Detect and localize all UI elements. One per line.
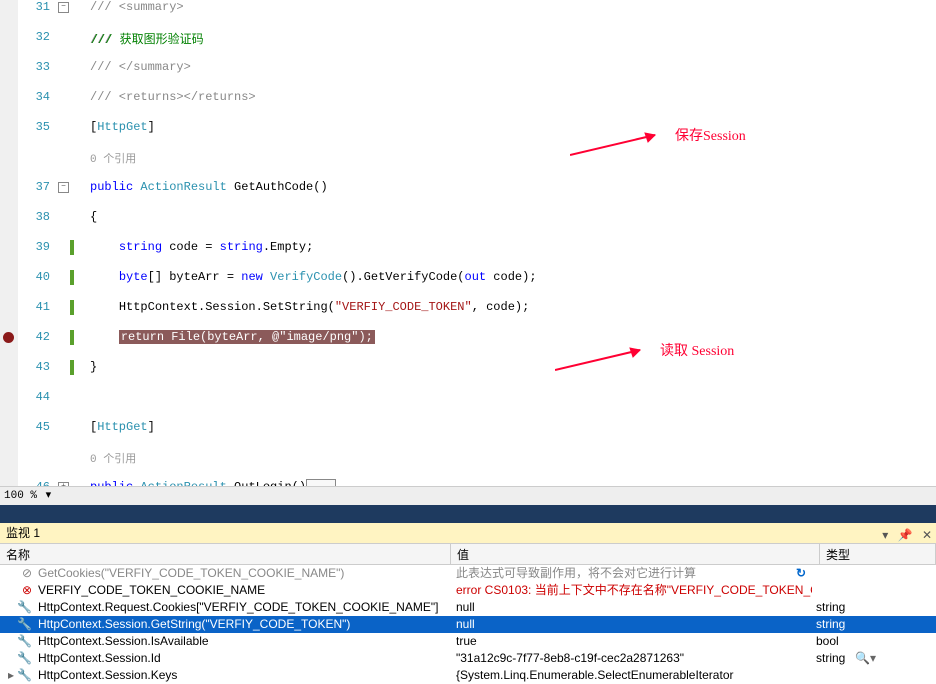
watch-value[interactable]: error CS0103: 当前上下文中不存在名称"VERFIY_CODE_TO… [452, 582, 812, 599]
line-number: 43 [20, 360, 50, 374]
watch-panel[interactable]: 监视 1 ▾ 📌 ✕ 名称 值 类型 ⊘ GetCookies("VERFIY_C… [0, 523, 936, 668]
column-value[interactable]: 值 [451, 544, 820, 564]
watch-row[interactable]: 🔧 HttpContext.Request.Cookies["VERFIY_COD… [0, 599, 936, 616]
watch-value[interactable]: null [452, 616, 812, 633]
watch-row[interactable]: ⊗ VERFIY_CODE_TOKEN_COOKIE_NAMEerror CS01… [0, 582, 936, 599]
comment: /// </summary> [90, 60, 191, 74]
expand-icon[interactable]: ▸ [5, 667, 17, 684]
annotation-arrow-icon [555, 345, 655, 375]
method-name: GetAuthCode() [227, 180, 328, 194]
line-number: 39 [20, 240, 50, 254]
line-number: 37 [20, 180, 50, 194]
watch-value[interactable]: null [452, 599, 812, 616]
watch-name[interactable]: HttpContext.Session.Keys [36, 667, 452, 684]
watch-type [812, 565, 936, 582]
column-type[interactable]: 类型 [820, 544, 936, 564]
pin-icon[interactable]: 📌 [898, 528, 913, 542]
watch-name[interactable]: HttpContext.Request.Cookies["VERFIY_CODE… [36, 599, 452, 616]
watch-name[interactable]: GetCookies("VERFIY_CODE_TOKEN_COOKIE_NAM… [36, 565, 452, 582]
watch-value[interactable]: true [452, 633, 812, 650]
watch-value[interactable]: 此表达式可导致副作用，将不会对它进行计算↻ [452, 565, 812, 582]
watch-row[interactable]: ⊘ GetCookies("VERFIY_CODE_TOKEN_COOKIE_NA… [0, 565, 936, 582]
watch-type [812, 582, 936, 599]
watch-name[interactable]: HttpContext.Session.IsAvailable [36, 633, 452, 650]
line-number: 44 [20, 390, 50, 404]
highlighted-return: return File(byteArr, @"image/png"); [119, 330, 375, 344]
line-number: 40 [20, 270, 50, 284]
zoom-bar: 100 % ▾ [0, 486, 936, 505]
line-number: 33 [20, 60, 50, 74]
window-position-icon[interactable]: ▾ [882, 528, 888, 542]
zoom-level[interactable]: 100 % [4, 490, 37, 502]
watch-header: 名称 值 类型 [0, 544, 936, 565]
column-name[interactable]: 名称 [0, 544, 451, 564]
breakpoint-icon[interactable] [3, 332, 14, 343]
watch-name[interactable]: HttpContext.Session.GetString("VERFIY_CO… [36, 616, 452, 633]
comment: /// <summary> [90, 0, 184, 14]
watch-item-icon: 🔧 [17, 634, 32, 648]
annotation-read-session: 读取 Session [660, 340, 734, 360]
attribute: HttpGet [97, 120, 147, 134]
watch-name[interactable]: VERFIY_CODE_TOKEN_COOKIE_NAME [36, 582, 452, 599]
watch-item-icon: 🔧 [17, 668, 32, 682]
fold-toggle[interactable]: − [58, 182, 69, 193]
watch-value[interactable]: {System.Linq.Enumerable.SelectEnumerable… [452, 667, 812, 684]
watch-row[interactable]: 🔧 HttpContext.Session.IsAvailabletruebool [0, 633, 936, 650]
watch-row[interactable]: 🔧 HttpContext.Session.GetString("VERFIY_C… [0, 616, 936, 633]
fold-toggle[interactable]: − [58, 2, 69, 13]
annotation-arrow-icon [570, 130, 670, 160]
comment: /// <returns></returns> [90, 90, 256, 104]
watch-value[interactable]: "31a12c9c-7f77-8eb8-c19f-cec2a2871263"🔍▾ [452, 650, 812, 667]
watch-item-icon: 🔧 [17, 617, 32, 631]
refresh-icon[interactable]: ↻ [796, 565, 806, 582]
watch-name[interactable]: HttpContext.Session.Id [36, 650, 452, 667]
line-number: 45 [20, 420, 50, 434]
watch-item-icon: ⊗ [22, 583, 32, 597]
close-icon[interactable]: ✕ [922, 528, 932, 542]
watch-row[interactable]: 🔧 HttpContext.Session.Id"31a12c9c-7f77-8e… [0, 650, 936, 667]
line-number: 41 [20, 300, 50, 314]
watch-row[interactable]: ▸🔧 HttpContext.Session.Keys{System.Linq.E… [0, 667, 936, 684]
line-number: 32 [20, 30, 50, 44]
watch-item-icon: 🔧 [17, 600, 32, 614]
annotation-save-session: 保存Session [675, 125, 746, 145]
watch-type: bool [812, 633, 936, 650]
line-number: 38 [20, 210, 50, 224]
comment: /// 获取图形验证码 [91, 33, 204, 47]
watch-type: string [812, 616, 936, 633]
watch-type: string [812, 599, 936, 616]
line-number: 34 [20, 90, 50, 104]
codelens-references[interactable]: 0 个引用 [90, 154, 136, 166]
line-number: 42 [20, 330, 50, 344]
code-editor[interactable]: 31−/// <summary> 32/// /// 获取图形验证码 33///… [0, 0, 936, 505]
watch-item-icon: 🔧 [17, 651, 32, 665]
line-number: 35 [20, 120, 50, 134]
codelens-references[interactable]: 0 个引用 [90, 454, 136, 466]
watch-panel-title[interactable]: 监视 1 ▾ 📌 ✕ [0, 523, 936, 544]
line-number: 31 [20, 0, 50, 14]
watch-item-icon: ⊘ [22, 566, 32, 580]
